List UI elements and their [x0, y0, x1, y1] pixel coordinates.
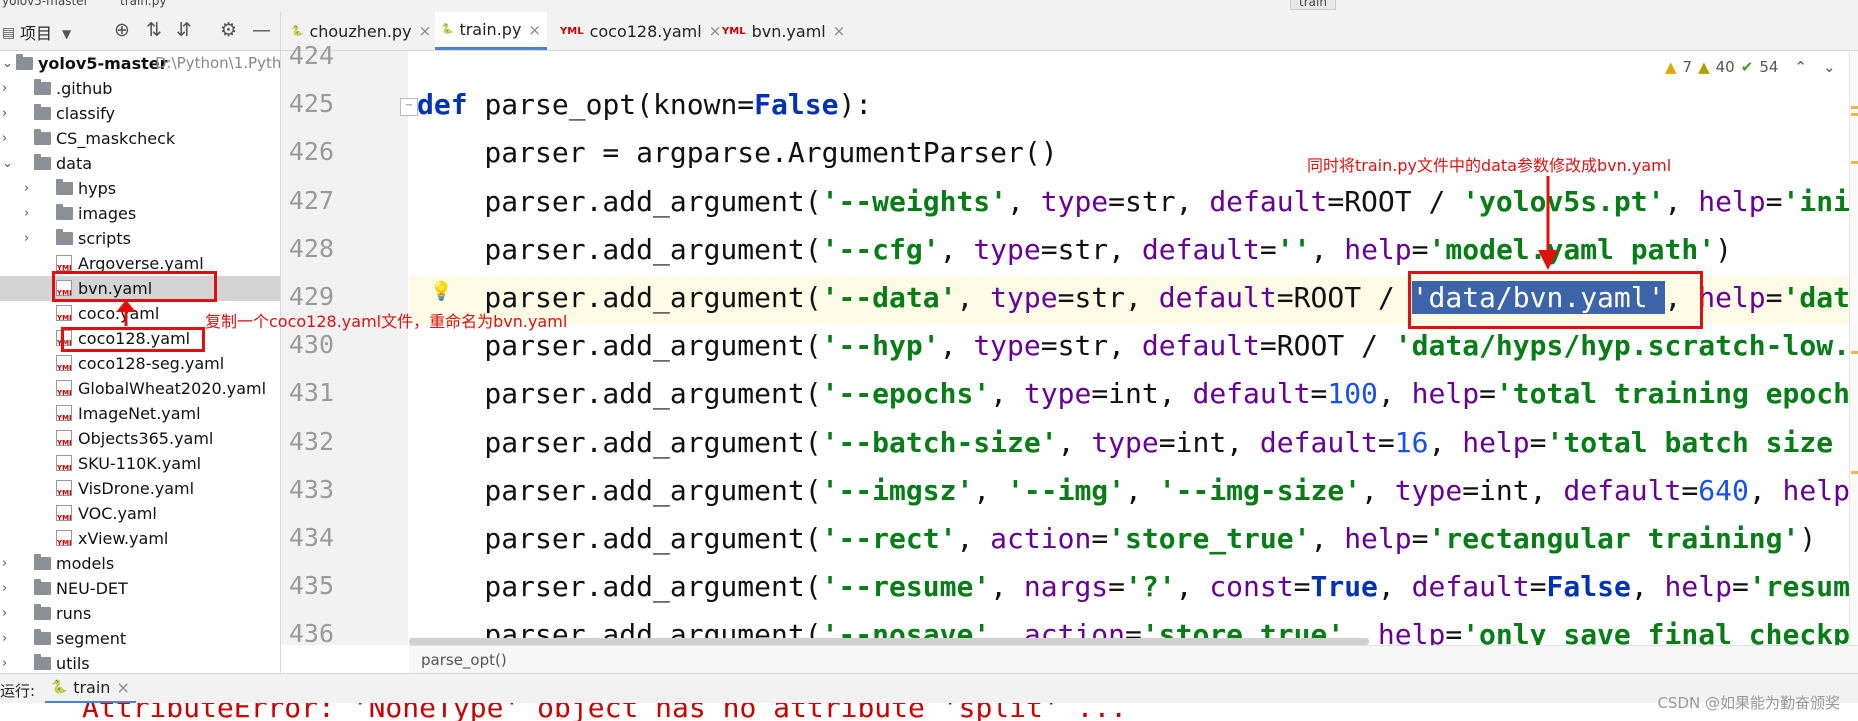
annotation-arrows: [116, 176, 1558, 326]
arrow-head: [1538, 250, 1558, 270]
arrow-head: [116, 300, 136, 312]
